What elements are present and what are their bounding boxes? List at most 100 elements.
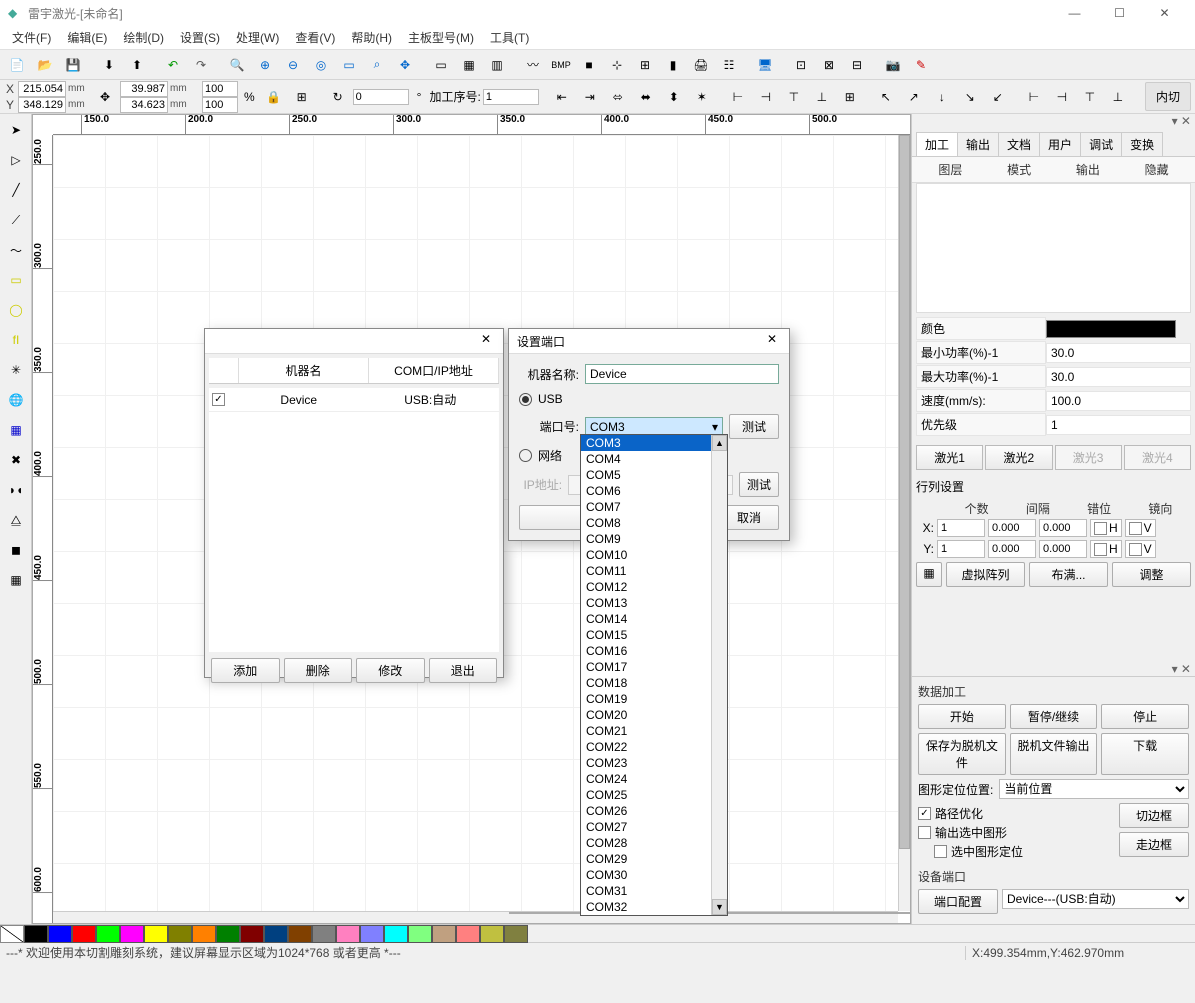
matrix-y-off[interactable]	[1039, 540, 1087, 558]
usb-radio[interactable]	[519, 393, 532, 406]
open-file-icon[interactable]: 📂	[32, 52, 58, 78]
save-offline-button[interactable]: 保存为脱机文件	[918, 733, 1006, 775]
palette-color[interactable]	[336, 925, 360, 943]
com-option[interactable]: COM29	[581, 851, 727, 867]
rect-tool-icon[interactable]: ▭	[2, 266, 30, 294]
com-port-dropdown[interactable]: COM3COM4COM5COM6COM7COM8COM9COM10COM11CO…	[580, 434, 728, 916]
grid-icon[interactable]: ⊞	[289, 84, 315, 110]
mirror-h2-checkbox[interactable]: H	[1090, 540, 1122, 558]
test-net-button[interactable]: 测试	[739, 472, 779, 497]
rect-icon[interactable]: ■	[576, 52, 602, 78]
matrix-x-count[interactable]	[937, 519, 985, 537]
preview-icon[interactable]: ▥	[484, 52, 510, 78]
y-coord-input[interactable]	[18, 97, 66, 113]
bitmap-trace-icon[interactable]: ▦	[456, 52, 482, 78]
star-tool-icon[interactable]: ✳	[2, 356, 30, 384]
polyline-tool-icon[interactable]: ⟋	[2, 206, 30, 234]
monitor-icon[interactable]: 🖥	[752, 52, 778, 78]
export-icon[interactable]: ⬆	[124, 52, 150, 78]
w-input[interactable]	[120, 81, 168, 97]
curve-smooth-icon[interactable]: 〰	[520, 52, 546, 78]
port-config-button[interactable]: 端口配置	[918, 889, 998, 914]
com-option[interactable]: COM23	[581, 755, 727, 771]
dist1-icon[interactable]: ⊢	[725, 84, 751, 110]
sy-input[interactable]	[202, 97, 238, 113]
zoom-in-icon[interactable]: ⊕	[252, 52, 278, 78]
com-option[interactable]: COM16	[581, 643, 727, 659]
com-option[interactable]: COM6	[581, 483, 727, 499]
calib-icon[interactable]: ⊞	[632, 52, 658, 78]
menu-item[interactable]: 查看(V)	[287, 27, 343, 48]
palette-color[interactable]	[456, 925, 480, 943]
right-tab[interactable]: 用户	[1039, 132, 1081, 156]
go-frame-button[interactable]: 走边框	[1119, 832, 1189, 857]
palette-color[interactable]	[24, 925, 48, 943]
barcode-icon[interactable]: ▮	[660, 52, 686, 78]
com-option[interactable]: COM19	[581, 691, 727, 707]
com-option[interactable]: COM12	[581, 579, 727, 595]
palette-color[interactable]	[48, 925, 72, 943]
arrow2-icon[interactable]: ↗	[901, 84, 927, 110]
menu-item[interactable]: 文件(F)	[4, 27, 59, 48]
com-option[interactable]: COM24	[581, 771, 727, 787]
ellipse-tool-icon[interactable]: ◯	[2, 296, 30, 324]
palette-color[interactable]	[168, 925, 192, 943]
matrix-x-gap[interactable]	[988, 519, 1036, 537]
palette-color[interactable]	[408, 925, 432, 943]
palette-color[interactable]	[384, 925, 408, 943]
dropdown-scrollbar[interactable]: ▲ ▼	[711, 435, 727, 915]
com-option[interactable]: COM26	[581, 803, 727, 819]
snap1-icon[interactable]: ⊡	[788, 52, 814, 78]
com-option[interactable]: COM20	[581, 707, 727, 723]
output-sel-checkbox[interactable]	[918, 826, 931, 839]
com-option[interactable]: COM4	[581, 451, 727, 467]
save-file-icon[interactable]: 💾	[60, 52, 86, 78]
com-option[interactable]: COM7	[581, 499, 727, 515]
right-tab[interactable]: 调试	[1080, 132, 1122, 156]
lock-ratio-icon[interactable]: 🔒	[261, 84, 287, 110]
inner-cut-button[interactable]: 内切	[1145, 82, 1191, 111]
add-button[interactable]: 添加	[211, 658, 280, 683]
fill-button[interactable]: 布满...	[1029, 562, 1108, 587]
cut-frame-button[interactable]: 切边框	[1119, 803, 1189, 828]
device-row-checkbox[interactable]: ✓	[212, 393, 225, 406]
com-option[interactable]: COM15	[581, 627, 727, 643]
download-button[interactable]: 下载	[1101, 733, 1189, 775]
anchor-icon[interactable]: ✥	[92, 84, 118, 110]
camera-icon[interactable]: 📷	[880, 52, 906, 78]
device-row-port[interactable]: USB:自动	[365, 391, 497, 408]
matrix-grid-icon[interactable]: ▦	[916, 562, 942, 587]
delete-button[interactable]: 删除	[284, 658, 353, 683]
menu-item[interactable]: 工具(T)	[482, 27, 537, 48]
min-power-value[interactable]: 30.0	[1046, 343, 1191, 363]
com-option[interactable]: COM5	[581, 467, 727, 483]
group-tool-icon[interactable]: ◼	[2, 536, 30, 564]
dlg1-close-icon[interactable]: ✕	[477, 332, 495, 350]
menu-item[interactable]: 设置(S)	[172, 27, 228, 48]
com-option[interactable]: COM3	[581, 435, 727, 451]
com-option[interactable]: COM27	[581, 819, 727, 835]
start-button[interactable]: 开始	[918, 704, 1006, 729]
import-icon[interactable]: ⬇	[96, 52, 122, 78]
palette-color[interactable]	[360, 925, 384, 943]
zoom-out-icon[interactable]: ⊖	[280, 52, 306, 78]
laser-tab[interactable]: 激光2	[985, 445, 1052, 470]
mirror-v2-checkbox[interactable]: V	[1125, 540, 1156, 558]
pause-button[interactable]: 暂停/继续	[1010, 704, 1098, 729]
test-usb-button[interactable]: 测试	[729, 414, 779, 439]
sx-input[interactable]	[202, 81, 238, 97]
maximize-button[interactable]: ☐	[1097, 0, 1142, 26]
layer-icon[interactable]: ☷	[716, 52, 742, 78]
align6-icon[interactable]: ✶	[689, 84, 715, 110]
scroll-down-icon[interactable]: ▼	[712, 899, 727, 915]
snap3-icon[interactable]: ⊟	[844, 52, 870, 78]
matrix-y-gap[interactable]	[988, 540, 1036, 558]
palette-color[interactable]	[480, 925, 504, 943]
menu-item[interactable]: 绘制(D)	[115, 27, 172, 48]
device-select[interactable]: Device---(USB:自动)	[1002, 889, 1189, 909]
palette-color[interactable]	[504, 925, 528, 943]
mirror-v-icon[interactable]: ⧋	[2, 506, 30, 534]
palette-color[interactable]	[120, 925, 144, 943]
text-tool-icon[interactable]: fI	[2, 326, 30, 354]
knife-icon[interactable]: ✎	[908, 52, 934, 78]
